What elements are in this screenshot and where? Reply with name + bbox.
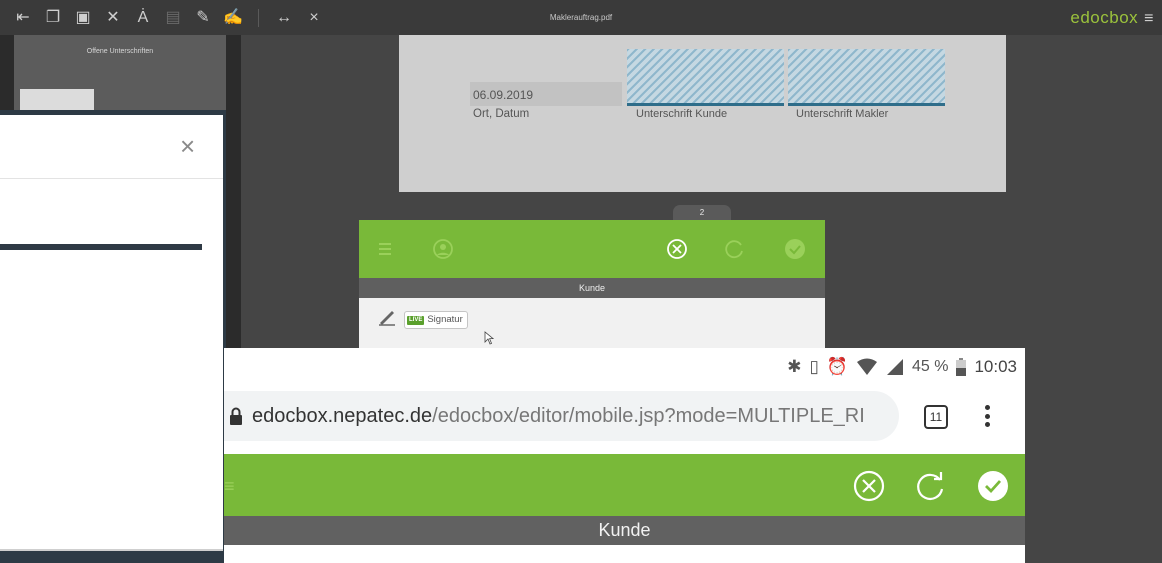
mouse-cursor-icon	[484, 331, 494, 345]
modal-dialog: ×	[0, 115, 223, 551]
dialog-header: ×	[0, 115, 223, 179]
battery-percent: 45 %	[911, 358, 949, 375]
wifi-icon	[856, 358, 877, 375]
date-field[interactable]: 06.09.2019	[470, 82, 622, 106]
embedded-signing-panel: Kunde LIVE Signatur	[359, 220, 825, 350]
tab-count-button[interactable]: 11	[924, 405, 948, 429]
live-tag: LIVE	[407, 315, 425, 325]
hamburger-icon[interactable]: ≡	[224, 476, 235, 497]
lock-icon	[230, 407, 242, 425]
signature-line	[0, 244, 202, 250]
url-text: edocbox.nepatec.de/edocbox/editor/mobile…	[252, 391, 865, 441]
dialog-footer-divider	[0, 549, 223, 551]
confirm-icon[interactable]	[783, 237, 807, 261]
page-thumbnail[interactable]	[20, 89, 94, 111]
cancel-icon[interactable]	[665, 237, 689, 261]
url-host: edocbox.nepatec.de	[252, 405, 433, 427]
signature-button-label: Signatur	[427, 314, 463, 325]
panel-toolbar	[359, 220, 825, 278]
brand-logo: edocbox ≡	[1070, 0, 1154, 35]
brand-name: edocbox	[1070, 8, 1139, 27]
signal-icon	[886, 359, 903, 375]
live-signature-button[interactable]: LIVE Signatur	[404, 311, 468, 329]
cancel-icon[interactable]	[852, 469, 886, 503]
signature-label-customer: Unterschrift Kunde	[636, 108, 728, 120]
phone-screen: ✱ ▯ ⏰ 45 % 10:03 edocbox.nepatec.de/edoc…	[224, 348, 1025, 563]
battery-icon	[956, 358, 967, 376]
top-toolbar: ⇤ ❐ ▣ ✕ Ȧ ▤ ✎ ✍ ↔ × Maklerauftrag.pdf ed…	[0, 0, 1162, 35]
url-bar[interactable]: edocbox.nepatec.de/edocbox/editor/mobile…	[224, 391, 899, 441]
user-icon[interactable]	[431, 237, 455, 261]
page-number-badge: 2	[673, 205, 731, 221]
status-bar: ✱ ▯ ⏰ 45 % 10:03	[224, 348, 1025, 385]
hamburger-icon[interactable]	[373, 237, 397, 261]
sidebar-title: Offene Unterschriften	[86, 48, 154, 55]
document-title: Maklerauftrag.pdf	[549, 13, 613, 22]
pen-icon[interactable]	[377, 308, 397, 326]
confirm-icon[interactable]	[976, 469, 1010, 503]
clock: 10:03	[974, 357, 1017, 376]
mobile-role-label: Kunde	[224, 516, 1025, 545]
panel-role-label: Kunde	[359, 278, 825, 298]
status-icons: ✱ ▯ ⏰ 45 % 10:03	[787, 356, 1017, 378]
url-path: /edocbox/editor/mobile.jsp?mode=MULTIPLE…	[432, 405, 865, 427]
signature-field-customer[interactable]	[627, 49, 784, 106]
vibrate-icon: ▯	[809, 357, 819, 376]
signature-label-broker: Unterschrift Makler	[796, 108, 889, 120]
date-label: Ort, Datum	[473, 108, 530, 120]
bluetooth-icon: ✱	[787, 357, 802, 376]
refresh-icon[interactable]	[723, 237, 747, 261]
close-icon[interactable]: ×	[180, 133, 202, 159]
hamburger-icon[interactable]: ≡	[1144, 10, 1154, 27]
mobile-toolbar: ≡	[224, 454, 1025, 516]
refresh-icon[interactable]	[914, 469, 948, 503]
alarm-icon: ⏰	[826, 357, 848, 376]
signature-field-broker[interactable]	[788, 49, 945, 106]
more-options-icon[interactable]	[982, 400, 992, 432]
